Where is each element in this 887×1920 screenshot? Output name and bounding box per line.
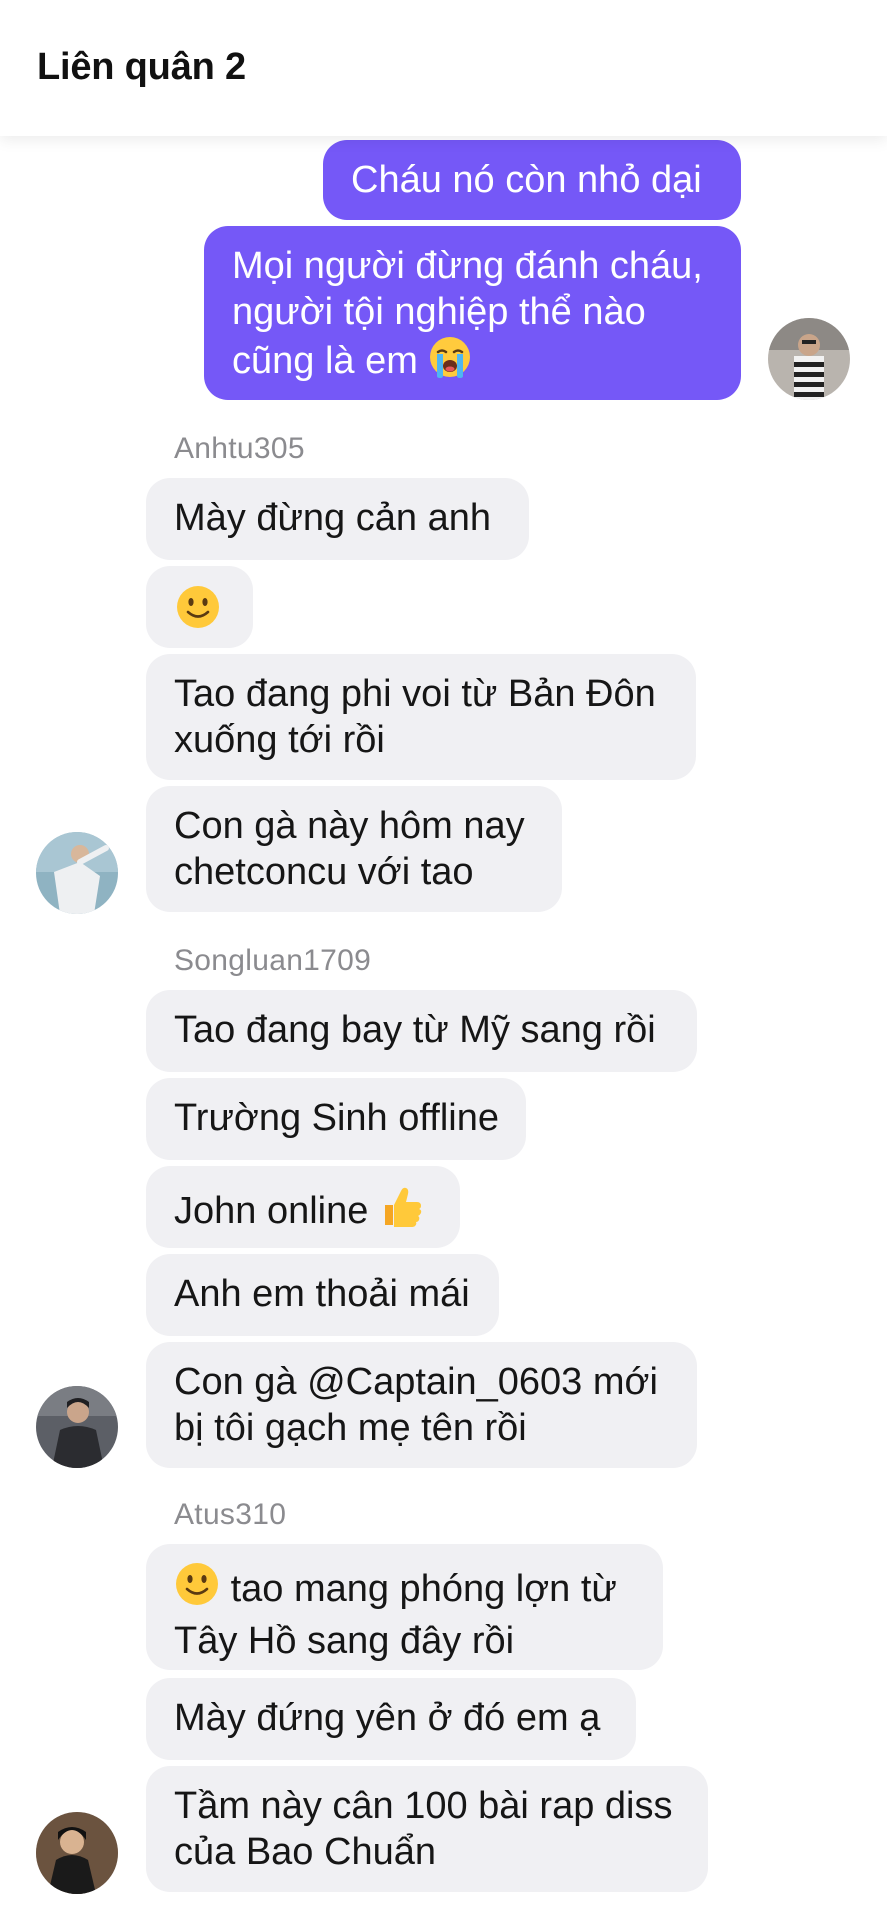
incoming-message-bubble[interactable]: John online: [146, 1166, 460, 1248]
message-text-line: Tầm này cân 100 bài rap diss: [174, 1785, 673, 1827]
chat-title: Liên quân 2: [37, 46, 246, 88]
message-text-line: xuống tới rồi: [174, 719, 385, 761]
sender-name: Songluan1709: [174, 944, 372, 977]
outgoing-message-bubble[interactable]: Cháu nó còn nhỏ dại: [323, 140, 741, 220]
outgoing-message-bubble[interactable]: Mọi người đừng đánh cháu, người tội nghi…: [204, 226, 741, 400]
incoming-message-bubble[interactable]: Mày đứng yên ở đó em ạ: [146, 1678, 636, 1760]
incoming-message-bubble[interactable]: [146, 566, 253, 648]
message-text: Anh em thoải mái: [174, 1273, 470, 1315]
message-text-line: của Bao Chuẩn: [174, 1831, 436, 1873]
message-text: Tao đang bay từ Mỹ sang rồi: [174, 1009, 656, 1051]
message-text: cũng là em: [232, 340, 418, 382]
message-text-line: Con gà @Captain_0603 mới: [174, 1361, 658, 1403]
incoming-message-bubble[interactable]: Mày đừng cản anh: [146, 478, 529, 560]
message-text-line: bị tôi gạch mẹ tên rồi: [174, 1407, 527, 1449]
incoming-message-bubble[interactable]: tao mang phóng lợn từ Tây Hồ sang đây rồ…: [146, 1544, 663, 1670]
slightly-smiling-face-emoji-icon: [175, 584, 221, 641]
message-text-line: Con gà này hôm nay: [174, 805, 525, 847]
message-text: Mày đứng yên ở đó em ạ: [174, 1697, 601, 1739]
message-text-line: Mọi người đừng đánh cháu,: [232, 245, 703, 287]
incoming-message-bubble[interactable]: Anh em thoải mái: [146, 1254, 499, 1336]
incoming-message-bubble[interactable]: Tao đang bay từ Mỹ sang rồi: [146, 990, 697, 1072]
avatar[interactable]: [36, 1386, 118, 1468]
incoming-message-bubble[interactable]: Tầm này cân 100 bài rap diss của Bao Chu…: [146, 1766, 708, 1892]
sender-name: Anhtu305: [174, 432, 305, 465]
message-text-line: Tây Hồ sang đây rồi: [174, 1620, 515, 1662]
sender-name: Atus310: [174, 1498, 287, 1531]
message-text: Cháu nó còn nhỏ dại: [351, 159, 702, 201]
incoming-message-bubble[interactable]: Trường Sinh offline: [146, 1078, 526, 1160]
message-text-line: chetconcu với tao: [174, 851, 474, 893]
message-text-line: cũng là em: [232, 335, 713, 390]
message-text: John online: [174, 1190, 369, 1232]
incoming-message-bubble[interactable]: Con gà này hôm nay chetconcu với tao: [146, 786, 562, 912]
message-text-line: Tao đang phi voi từ Bản Đôn: [174, 673, 656, 715]
thumbs-up-emoji-icon: [379, 1183, 425, 1240]
avatar[interactable]: [36, 1812, 118, 1894]
incoming-message-bubble[interactable]: Tao đang phi voi từ Bản Đôn xuống tới rồ…: [146, 654, 696, 780]
incoming-message-bubble[interactable]: Con gà @Captain_0603 mới bị tôi gạch mẹ …: [146, 1342, 697, 1468]
message-text: Trường Sinh offline: [174, 1097, 499, 1139]
slightly-smiling-face-emoji-icon: [174, 1561, 220, 1618]
avatar[interactable]: [768, 318, 850, 400]
message-text: Mày đừng cản anh: [174, 497, 491, 539]
message-text-line: tao mang phóng lợn từ: [174, 1561, 635, 1618]
message-text: tao mang phóng lợn từ: [230, 1568, 617, 1610]
loudly-crying-face-emoji-icon: [428, 335, 472, 390]
chat-header: Liên quân 2: [0, 0, 887, 136]
avatar[interactable]: [36, 832, 118, 914]
message-text-line: người tội nghiệp thể nào: [232, 291, 646, 333]
